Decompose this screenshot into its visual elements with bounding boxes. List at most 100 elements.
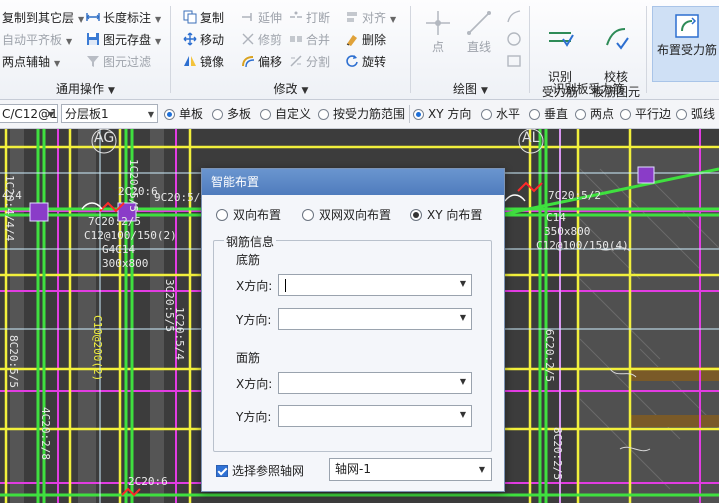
mirror-button[interactable]: 镜像	[183, 52, 224, 72]
top-x-direction-input[interactable]: ▼	[278, 372, 472, 394]
copy-to-floor-button[interactable]: 复制到其它层 ▼	[2, 8, 84, 28]
draw-point-button[interactable]: 点	[420, 8, 456, 55]
radio-dot	[212, 109, 223, 120]
radio-multi-slab[interactable]: 多板	[212, 106, 251, 122]
place-rebar-button[interactable]: 布置受力筋	[652, 6, 719, 82]
trim-icon	[242, 33, 254, 45]
radio-custom[interactable]: 自定义	[260, 106, 311, 122]
rebar-annotation-vertical: 6C20:2/5	[543, 329, 556, 382]
ribbon-group-draw: 点 直线 绘图 ▼	[411, 0, 530, 99]
bottom-x-label: X方向:	[236, 279, 273, 293]
ribbon-group-title[interactable]: 绘图 ▼	[411, 80, 530, 97]
radio-arc[interactable]: 弧线	[676, 106, 715, 122]
ribbon-group-title[interactable]: 通用操作 ▼	[0, 80, 171, 97]
rebar-annotation: 7C20:2/5	[88, 215, 141, 228]
move-button[interactable]: 移动	[183, 30, 224, 50]
element-filter-button[interactable]: 图元过滤	[86, 52, 151, 72]
trim-button[interactable]: 修剪	[241, 30, 282, 50]
rebar-annotation: 300x800	[102, 257, 149, 270]
bottom-y-direction-input[interactable]: ▼	[278, 308, 472, 330]
radio-vertical[interactable]: 垂直	[529, 106, 568, 122]
radio-dot	[260, 109, 271, 120]
rotate-button[interactable]: 旋转	[345, 52, 386, 72]
radio-dot	[676, 109, 687, 120]
radio-horizontal[interactable]: 水平	[481, 106, 520, 122]
radio-dot	[620, 109, 631, 120]
auto-align-slab-button[interactable]: 自动平齐板 ▼	[2, 30, 72, 50]
radio-dot	[575, 109, 586, 120]
save-element-button[interactable]: 图元存盘 ▼	[86, 30, 161, 50]
radio-single-slab[interactable]: 单板	[164, 106, 203, 122]
chevron-down-icon: ▼	[66, 37, 73, 46]
ribbon-group-modify: 复制 延伸 打断 对齐 ▼ 移动 修剪 合并 删除 镜像 偏移 分割 旋转 修改…	[171, 0, 411, 99]
ribbon-group-title[interactable]: 修改 ▼	[171, 80, 411, 97]
properties-toolbar: C/C12@1 ▼ 分层板1 ▼ 单板 多板 自定义 按受力筋范围 XY 方向 水平…	[0, 100, 719, 129]
dimension-icon	[86, 13, 100, 21]
radio-double-mesh-two-way[interactable]: 双网双向布置	[302, 207, 391, 223]
bottom-rebar-label: 底筋	[236, 253, 261, 267]
radio-xy-layout[interactable]: XY 向布置	[410, 207, 482, 223]
merge-icon	[290, 36, 302, 42]
rebar-annotation: 4/4	[2, 189, 22, 202]
rebar-annotation: 350x800	[544, 225, 591, 238]
identify-rebar-icon	[549, 32, 574, 47]
rebar-annotation-vertical: 1C20:5/5	[127, 159, 140, 212]
text-caret	[285, 279, 286, 292]
two-point-axis-button[interactable]: 两点辅轴 ▼	[2, 52, 60, 72]
rebar-annotation-vertical: 8C20:5/5	[7, 335, 20, 388]
break-button[interactable]: 打断	[289, 8, 330, 28]
chevron-down-icon: ▼	[459, 410, 466, 419]
offset-icon	[242, 56, 255, 68]
rebar-annotation: C14	[546, 211, 566, 224]
toolbar-divider	[409, 105, 410, 123]
bottom-x-direction-input[interactable]: ▼	[278, 274, 472, 296]
draw-line-button[interactable]: 直线	[461, 8, 497, 55]
move-icon	[183, 32, 197, 46]
rebar-annotation-vertical: 3C20:5/5	[163, 279, 176, 332]
chevron-down-icon: ▼	[390, 15, 397, 24]
split-button[interactable]: 分割	[289, 52, 330, 72]
slab-layer-select[interactable]: 分层板1 ▼	[61, 104, 158, 123]
align-icon	[347, 12, 357, 22]
delete-button[interactable]: 删除	[345, 30, 386, 50]
chevron-down-icon: ▼	[147, 110, 154, 119]
reference-grid-select[interactable]: 轴网-1 ▼	[329, 458, 492, 481]
rebar-annotation: C12@100/150(2)	[84, 229, 177, 242]
rebar-info-group: 钢筋信息 底筋 X方向: ▼ Y方向: ▼ 面筋 X方向: ▼ Y方向: ▼	[213, 233, 492, 452]
rebar-annotation-vertical: 8C20:2/5	[551, 427, 564, 480]
merge-button[interactable]: 合并	[289, 30, 330, 50]
radio-parallel-edge[interactable]: 平行边	[620, 106, 671, 122]
chevron-down-icon: ▼	[155, 15, 162, 24]
chevron-down-icon: ▼	[78, 15, 85, 24]
radio-dot	[318, 109, 329, 120]
rebar-annotation: C12@100/150(4)	[536, 239, 629, 252]
rotate-icon	[346, 55, 358, 67]
ribbon-group-title: 识别板受力筋	[552, 82, 625, 96]
reference-grid-checkbox[interactable]: 选择参照轴网	[216, 462, 304, 479]
rebar-spec-select[interactable]: C/C12@1 ▼	[0, 104, 58, 123]
length-dimension-button[interactable]: 长度标注 ▼	[86, 8, 161, 28]
radio-dot	[413, 109, 424, 120]
dialog-title[interactable]: 智能布置	[202, 169, 504, 195]
radio-two-points[interactable]: 两点	[575, 106, 614, 122]
copy-icon	[183, 10, 197, 24]
radio-dot	[302, 209, 314, 221]
copy-button[interactable]: 复制	[183, 8, 224, 28]
chevron-down-icon: ▼	[459, 313, 466, 322]
radio-by-rebar-range[interactable]: 按受力筋范围	[318, 106, 405, 122]
top-y-direction-input[interactable]: ▼	[278, 405, 472, 427]
rebar-annotation: 2C20:6	[128, 475, 168, 488]
group-label: 钢筋信息	[224, 233, 277, 250]
radio-xy-direction[interactable]: XY 方向	[413, 106, 471, 122]
check-rebar-icon	[606, 28, 629, 50]
ribbon-group-general: 复制到其它层 ▼ 自动平齐板 ▼ 两点辅轴 ▼ 长度标注 ▼ 图元存盘 ▼ 图元过滤 通用…	[0, 0, 171, 99]
split-icon	[290, 55, 302, 67]
align-button[interactable]: 对齐 ▼	[345, 8, 396, 28]
offset-button[interactable]: 偏移	[241, 52, 282, 72]
ribbon-group-identify-rebar: 识别 受力筋 校核 板筋图元 识别板受力筋	[530, 0, 647, 99]
bottom-y-label: Y方向:	[236, 313, 272, 327]
radio-two-way[interactable]: 双向布置	[216, 207, 281, 223]
radio-dot	[164, 109, 175, 120]
radio-dot	[410, 209, 422, 221]
extend-button[interactable]: 延伸	[241, 8, 282, 28]
